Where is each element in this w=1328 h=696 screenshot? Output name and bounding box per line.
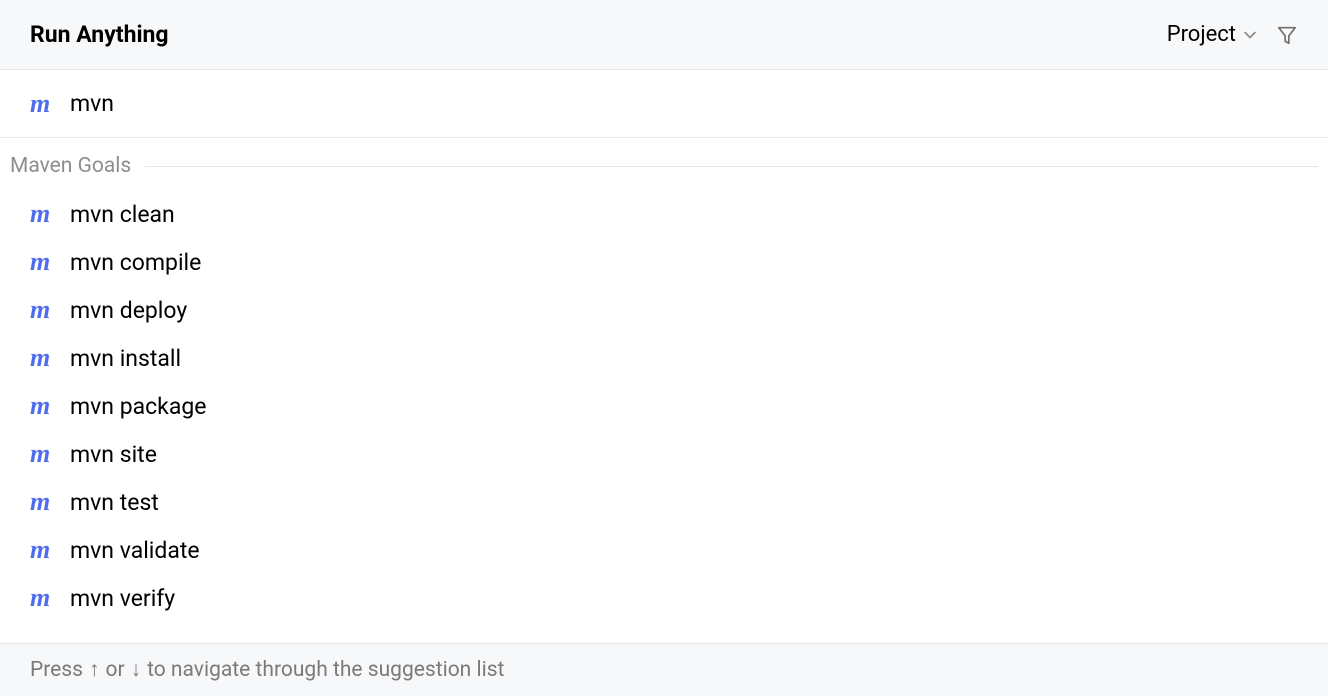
footer-text-mid: or	[105, 658, 124, 682]
footer-text-suffix: to navigate through the suggestion list	[147, 658, 504, 682]
maven-icon: m	[30, 201, 58, 227]
dialog-title: Run Anything	[30, 21, 169, 48]
results-list: m mvn clean m mvn compile m mvn deploy m…	[0, 186, 1328, 643]
footer-text-prefix: Press	[30, 658, 83, 682]
result-label: mvn verify	[70, 585, 175, 612]
maven-icon: m	[30, 249, 58, 275]
list-item[interactable]: m mvn install	[0, 334, 1328, 382]
search-input[interactable]	[70, 90, 1298, 117]
header-controls: Project	[1167, 22, 1298, 47]
list-item[interactable]: m mvn compile	[0, 238, 1328, 286]
result-label: mvn clean	[70, 201, 175, 228]
footer-hint: Press ↑ or ↓ to navigate through the sug…	[0, 643, 1328, 696]
list-item[interactable]: m mvn test	[0, 478, 1328, 526]
maven-icon: m	[30, 91, 58, 117]
maven-icon: m	[30, 393, 58, 419]
section-label: Maven Goals	[10, 154, 131, 178]
list-item[interactable]: m mvn deploy	[0, 286, 1328, 334]
result-label: mvn install	[70, 345, 181, 372]
maven-icon: m	[30, 345, 58, 371]
list-item[interactable]: m mvn validate	[0, 526, 1328, 574]
arrow-down-icon: ↓	[131, 658, 142, 682]
maven-icon: m	[30, 585, 58, 611]
section-header: Maven Goals	[0, 138, 1328, 186]
result-label: mvn deploy	[70, 297, 187, 324]
result-label: mvn site	[70, 441, 157, 468]
chevron-down-icon	[1242, 27, 1258, 43]
result-label: mvn package	[70, 393, 206, 420]
maven-icon: m	[30, 537, 58, 563]
list-item[interactable]: m mvn package	[0, 382, 1328, 430]
result-label: mvn test	[70, 489, 159, 516]
maven-icon: m	[30, 297, 58, 323]
dialog-header: Run Anything Project	[0, 0, 1328, 70]
list-item[interactable]: m mvn clean	[0, 190, 1328, 238]
section-divider	[145, 166, 1318, 167]
result-label: mvn compile	[70, 249, 201, 276]
result-label: mvn validate	[70, 537, 200, 564]
maven-icon: m	[30, 441, 58, 467]
scope-label: Project	[1167, 22, 1236, 47]
list-item[interactable]: m mvn site	[0, 430, 1328, 478]
filter-icon[interactable]	[1276, 24, 1298, 46]
list-item[interactable]: m mvn verify	[0, 574, 1328, 622]
search-row: m	[0, 70, 1328, 138]
scope-selector[interactable]: Project	[1167, 22, 1258, 47]
arrow-up-icon: ↑	[89, 658, 100, 682]
maven-icon: m	[30, 489, 58, 515]
